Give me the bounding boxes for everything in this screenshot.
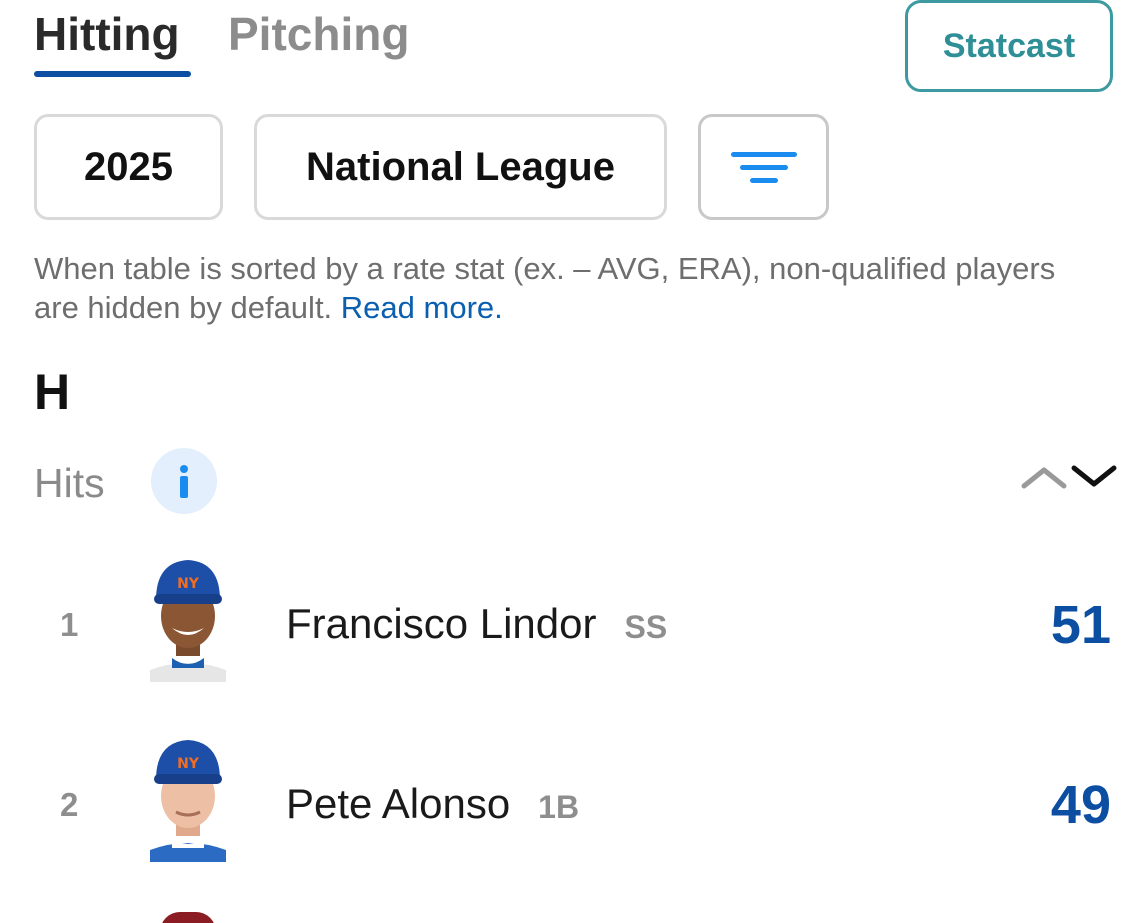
- player-name-link[interactable]: Francisco Lindor SS: [286, 600, 667, 648]
- statcast-button[interactable]: Statcast: [905, 0, 1113, 92]
- sort-up-down-icon[interactable]: [1020, 462, 1120, 492]
- stat-name: Hits: [34, 460, 105, 506]
- player-name: Francisco Lindor: [286, 600, 597, 647]
- svg-text:NY: NY: [177, 576, 200, 592]
- season-value: 2025: [84, 144, 173, 189]
- league-value: National League: [306, 144, 615, 189]
- player-rank: 1: [60, 606, 79, 643]
- next-player-headshot-partial: [160, 912, 216, 923]
- player-position: 1B: [538, 789, 580, 825]
- player-rank: 2: [60, 786, 79, 823]
- player-headshot: NY: [150, 560, 226, 682]
- league-selector[interactable]: National League: [254, 114, 667, 220]
- info-button[interactable]: [151, 448, 217, 514]
- player-position: SS: [624, 609, 668, 645]
- filter-lines-icon: [730, 151, 797, 183]
- qualification-note: When table is sorted by a rate stat (ex.…: [34, 249, 1104, 327]
- read-more-link[interactable]: Read more.: [341, 290, 503, 325]
- table-row[interactable]: 2 NY Pete Alonso 1B 49: [0, 730, 1141, 880]
- tab-hitting[interactable]: Hitting: [34, 6, 180, 62]
- player-name-link[interactable]: Pete Alonso 1B: [286, 780, 579, 828]
- season-selector[interactable]: 2025: [34, 114, 223, 220]
- stat-value: 51: [1050, 595, 1111, 655]
- table-row[interactable]: 1 NY Francisco Lindor SS 51: [0, 550, 1141, 700]
- filter-button[interactable]: [698, 114, 829, 220]
- stat-value: 49: [1050, 775, 1111, 835]
- player-name: Pete Alonso: [286, 780, 511, 827]
- active-tab-indicator: [34, 71, 191, 77]
- player-headshot: NY: [150, 740, 226, 862]
- info-icon: [180, 465, 188, 498]
- stats-leaderboard-page: Hitting Pitching Statcast 2025 National …: [0, 0, 1141, 923]
- stat-abbreviation: H: [34, 364, 71, 420]
- note-text: When table is sorted by a rate stat (ex.…: [34, 251, 1056, 325]
- tab-pitching[interactable]: Pitching: [228, 6, 409, 62]
- svg-text:NY: NY: [177, 756, 200, 772]
